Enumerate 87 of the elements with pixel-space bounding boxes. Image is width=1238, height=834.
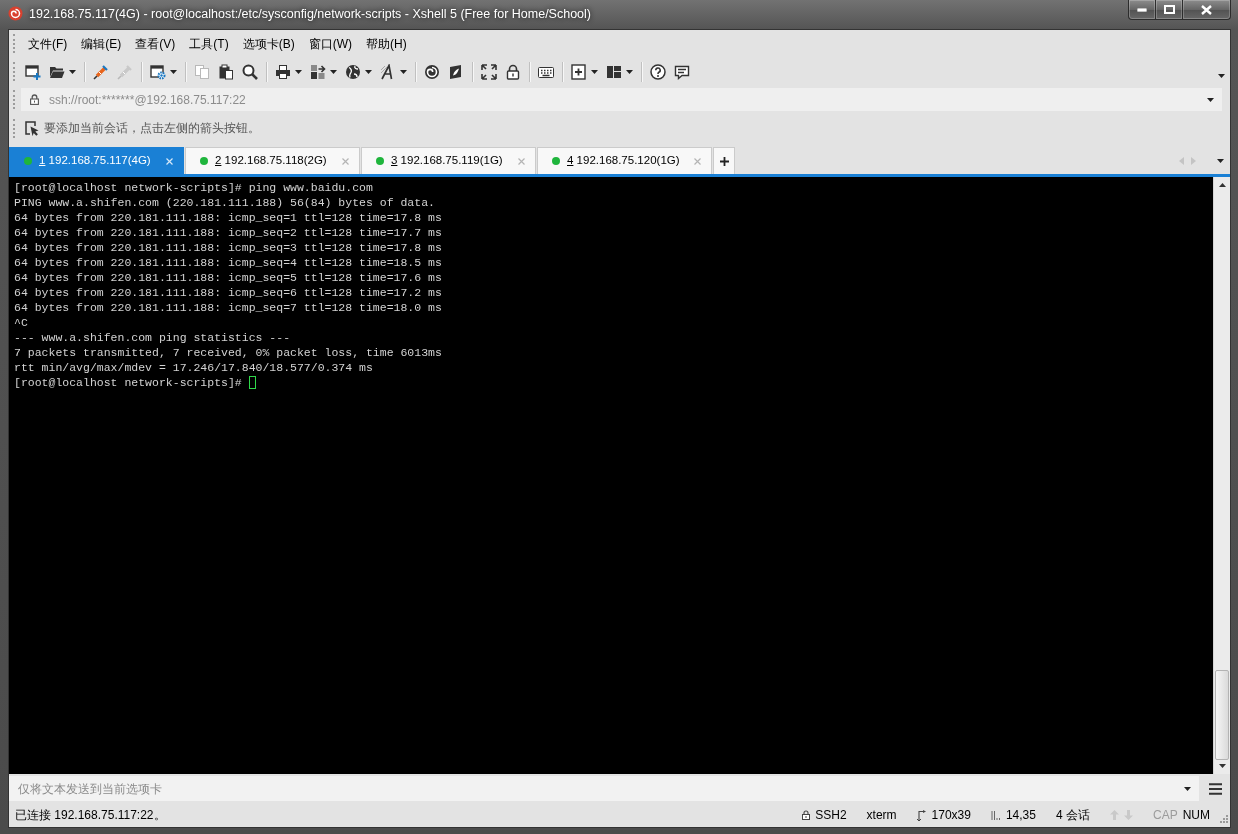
caret-icon[interactable] — [69, 69, 76, 74]
protocol-label: SSH2 — [815, 807, 847, 824]
caret-icon[interactable] — [330, 69, 337, 74]
pen-icon[interactable] — [93, 63, 109, 80]
hint-text: 要添加当前会话，点击左侧的箭头按钮。 — [44, 120, 260, 137]
close-button[interactable] — [1183, 0, 1231, 20]
caret-icon[interactable] — [295, 69, 302, 74]
menu-item[interactable]: 编辑(E) — [74, 33, 129, 54]
menu-item[interactable]: 查看(V) — [128, 33, 183, 54]
maximize-icon — [1163, 5, 1175, 14]
text-cursor — [248, 376, 256, 389]
fullscreen-icon[interactable] — [481, 63, 497, 80]
terminal-line: 64 bytes from 220.181.111.188: icmp_seq=7 ttl=128 time=18.0 ms — [14, 300, 442, 315]
terminal-line: PING www.a.shifen.com (220.181.111.188) 56(84) bytes of data. — [14, 195, 435, 210]
terminal-line: ^C — [14, 315, 28, 330]
new-tab-button[interactable] — [713, 147, 735, 174]
book-leaf-icon[interactable] — [448, 63, 464, 80]
maximize-button[interactable] — [1156, 0, 1183, 20]
session-count-label: 4 会话 — [1055, 807, 1090, 824]
session-tab[interactable]: 1 192.168.75.117(4G) — [9, 147, 184, 174]
plus-icon — [719, 156, 729, 166]
key-indicator: NUM — [1182, 807, 1210, 824]
help-icon[interactable] — [650, 63, 666, 80]
lock-icon — [802, 810, 811, 820]
key-indicator: CAP — [1153, 807, 1178, 824]
caret-icon[interactable] — [591, 69, 598, 74]
caret-icon[interactable] — [1207, 97, 1214, 102]
terminal-line: 64 bytes from 220.181.111.188: icmp_seq=5 ttl=128 time=17.6 ms — [14, 270, 442, 285]
terminal-line: rtt min/avg/max/mdev = 17.246/17.840/18.577/0.374 ms — [14, 360, 373, 375]
cursor-position-label: 14,35 — [1005, 807, 1036, 824]
session-tab[interactable]: 3 192.168.75.119(1G) — [361, 147, 536, 174]
clipboard-icon[interactable] — [218, 63, 234, 80]
resize-grip[interactable] — [1217, 813, 1228, 825]
terminal-line: 64 bytes from 220.181.111.188: icmp_seq=4 ttl=128 time=18.5 ms — [14, 255, 442, 270]
caret-icon[interactable] — [626, 69, 633, 74]
search-icon[interactable] — [242, 63, 258, 80]
printer-icon[interactable] — [275, 63, 291, 80]
close-icon — [1201, 4, 1212, 15]
window-gear-icon[interactable] — [150, 63, 166, 80]
menu-item[interactable]: 工具(T) — [182, 33, 236, 54]
arrow-box-icon[interactable] — [25, 120, 39, 136]
status-message: 已连接 192.168.75.117:22。 — [15, 807, 166, 824]
terminal-line: [root@localhost network-scripts]# — [14, 375, 242, 390]
plus-box-icon[interactable] — [571, 63, 587, 80]
caret-icon[interactable] — [1218, 74, 1225, 78]
session-tab[interactable]: 2 192.168.75.118(2G) — [185, 147, 360, 174]
caret-icon[interactable] — [170, 69, 177, 74]
swirl-logo-icon — [8, 6, 23, 21]
layout-icon[interactable] — [606, 63, 622, 80]
caret-icon[interactable] — [1184, 786, 1191, 791]
scroll-down-icon[interactable] — [1218, 764, 1226, 768]
terminal-line: 64 bytes from 220.181.111.188: icmp_seq=3 ttl=128 time=17.8 ms — [14, 240, 442, 255]
grip-handle[interactable] — [13, 34, 16, 53]
squares-arrow-icon[interactable] — [310, 63, 326, 80]
terminal-size-label: 170x39 — [931, 807, 971, 824]
lock-icon[interactable] — [505, 63, 521, 80]
corner-arrow-icon — [916, 809, 927, 821]
session-tab[interactable]: 4 192.168.75.120(1G) — [537, 147, 712, 174]
caret-icon[interactable] — [1217, 158, 1224, 163]
globe-icon[interactable] — [345, 63, 361, 80]
minimize-icon — [1137, 7, 1147, 12]
menu-item[interactable]: 选项卡(B) — [235, 33, 302, 54]
terminal-line: 7 packets transmitted, 7 received, 0% packet loss, time 6013ms — [14, 345, 442, 360]
grip-handle[interactable] — [13, 62, 16, 81]
scrollbar-thumb[interactable] — [1215, 670, 1229, 760]
grip-handle[interactable] — [13, 118, 16, 138]
terminal-line: 64 bytes from 220.181.111.188: icmp_seq=1 ttl=128 time=17.8 ms — [14, 210, 442, 225]
window-title: 192.168.75.117(4G) - root@localhost:/etc/sysconfig/network-scripts - Xshell 5 (Free for Home/School) — [29, 6, 591, 22]
scroll-up-icon[interactable] — [1218, 183, 1226, 187]
terminal-line: --- www.a.shifen.com ping statistics --- — [14, 330, 291, 345]
chat-icon[interactable] — [674, 63, 690, 80]
caret-icon[interactable] — [365, 69, 372, 74]
menu-icon[interactable] — [1209, 782, 1222, 795]
menu-item[interactable]: 文件(F) — [21, 33, 75, 54]
bars-icon — [990, 810, 1001, 820]
terminal-line: 64 bytes from 220.181.111.188: icmp_seq=6 ttl=128 time=17.2 ms — [14, 285, 442, 300]
swirl-icon[interactable] — [424, 63, 440, 80]
caret-icon[interactable] — [400, 69, 407, 74]
terminal-line: 64 bytes from 220.181.111.188: icmp_seq=2 ttl=128 time=17.7 ms — [14, 225, 442, 240]
grip-handle[interactable] — [13, 90, 16, 109]
menu-item[interactable]: 窗口(W) — [301, 33, 359, 54]
lock-icon — [30, 94, 39, 105]
terminal-type-label: xterm — [866, 807, 897, 824]
minimize-button[interactable] — [1128, 0, 1156, 20]
menu-item[interactable]: 帮助(H) — [359, 33, 414, 54]
terminal-line: [root@localhost network-scripts]# ping www.baidu.com — [14, 180, 373, 195]
new-window-icon[interactable] — [25, 63, 41, 80]
